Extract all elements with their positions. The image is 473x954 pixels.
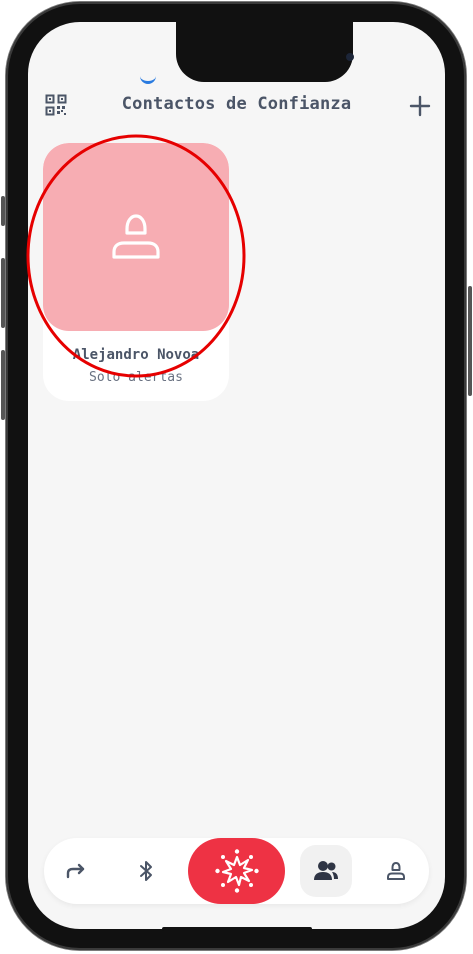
contact-card[interactable]: Alejandro Novoa Solo alertas <box>43 143 229 401</box>
users-icon <box>314 861 338 880</box>
share-arrow-icon <box>66 863 85 879</box>
status-indicator <box>140 76 156 84</box>
page-title: Contactos de Confianza <box>121 94 352 114</box>
bottom-nav <box>44 838 429 904</box>
power-button <box>468 286 472 396</box>
person-icon <box>112 214 160 259</box>
contact-status: Solo alertas <box>89 370 183 385</box>
profile-icon <box>387 862 405 880</box>
mute-switch <box>1 196 5 226</box>
camera-icon <box>346 53 354 61</box>
nav-profile[interactable] <box>372 847 420 895</box>
volume-down-button <box>1 350 5 420</box>
notch <box>176 22 354 82</box>
home-indicator <box>162 927 312 931</box>
nav-contacts[interactable] <box>300 845 352 897</box>
nav-bluetooth[interactable] <box>122 847 170 895</box>
add-contact-button[interactable] <box>407 93 433 119</box>
nav-share[interactable] <box>52 847 100 895</box>
bluetooth-icon <box>140 861 152 881</box>
contact-name: Alejandro Novoa <box>72 347 200 363</box>
volume-up-button <box>1 258 5 328</box>
sos-burst-icon <box>214 849 259 893</box>
contact-avatar <box>43 143 229 331</box>
sos-button[interactable] <box>188 838 285 904</box>
